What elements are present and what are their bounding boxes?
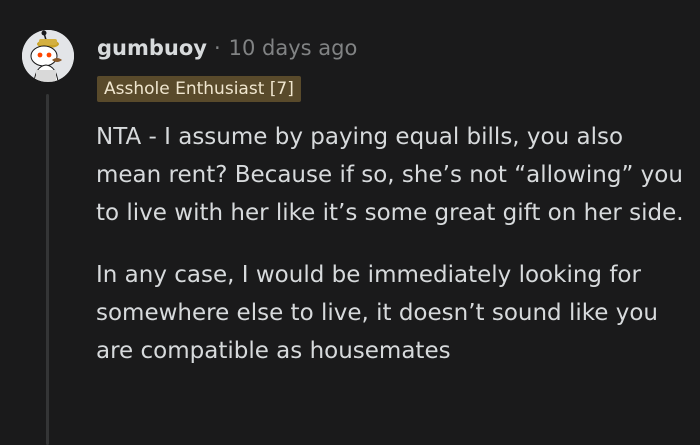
comment: gumbuoy · 10 days ago Asshole Enthusiast… <box>0 0 700 445</box>
comment-body: NTA - I assume by paying equal bills, yo… <box>96 118 686 394</box>
comment-paragraph: NTA - I assume by paying equal bills, yo… <box>96 124 684 226</box>
meta-separator: · <box>213 36 221 60</box>
comment-timestamp[interactable]: 10 days ago <box>229 36 358 60</box>
thread-collapse-line[interactable] <box>46 94 49 445</box>
comment-paragraph: In any case, I would be immediately look… <box>96 262 658 364</box>
snoo-avatar-icon[interactable] <box>22 30 74 82</box>
comment-meta: gumbuoy · 10 days ago <box>97 33 357 63</box>
user-flair: Asshole Enthusiast [7] <box>97 76 301 102</box>
author-link[interactable]: gumbuoy <box>97 36 207 60</box>
